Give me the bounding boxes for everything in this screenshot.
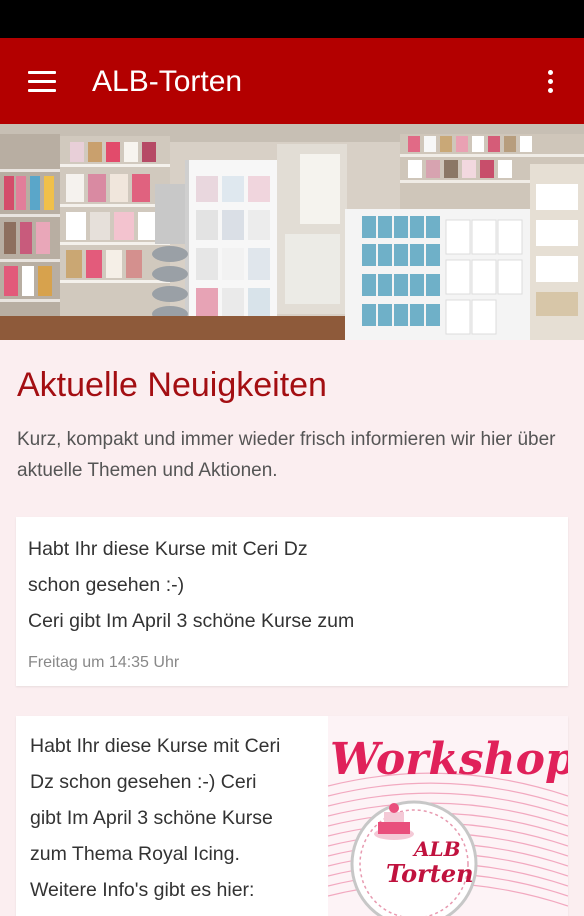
logo-text-line1: ALB: [412, 837, 460, 861]
news-card-line: Weitere Info's gibt es hier:: [30, 879, 255, 901]
news-card-line: Dz schon gesehen :-) Ceri: [30, 771, 257, 793]
news-card-line: zum Thema Royal Icing.: [30, 843, 240, 865]
status-bar: [0, 0, 584, 38]
news-card-line: gibt Im April 3 schöne Kurse: [30, 807, 273, 829]
news-card-date: Freitag um 14:35 Uhr: [28, 654, 180, 671]
news-card-line: Habt Ihr diese Kurse mit Ceri: [30, 735, 281, 757]
app-title: ALB-Torten: [92, 65, 243, 98]
hero-image: [0, 124, 584, 340]
news-card[interactable]: Habt Ihr diese Kurse mit Ceri Dz schon g…: [16, 716, 568, 916]
app-bar: ALB-Torten: [0, 38, 584, 124]
news-card-line: Ceri gibt Im April 3 schöne Kurse zum: [28, 610, 355, 632]
workshops-thumbnail[interactable]: Workshops ALB Torten: [328, 716, 568, 916]
news-card-text: Habt Ihr diese Kurse mit Ceri Dz schon g…: [30, 728, 320, 908]
hamburger-menu-icon[interactable]: [24, 65, 60, 97]
news-card-line: Habt Ihr diese Kurse mit Ceri Dz: [28, 538, 308, 560]
news-card[interactable]: Habt Ihr diese Kurse mit Ceri Dz schon g…: [16, 517, 568, 686]
section-title: Aktuelle Neuigkeiten: [17, 366, 327, 404]
news-card-text: Habt Ihr diese Kurse mit Ceri Dz schon g…: [28, 531, 548, 639]
workshops-heading: Workshops: [330, 734, 568, 785]
logo-text-line2: Torten: [386, 859, 474, 888]
more-vert-icon[interactable]: [534, 65, 566, 99]
section-intro: Kurz, kompakt und immer wieder frisch in…: [17, 429, 556, 481]
news-card-line: schon gesehen :-): [28, 574, 185, 596]
